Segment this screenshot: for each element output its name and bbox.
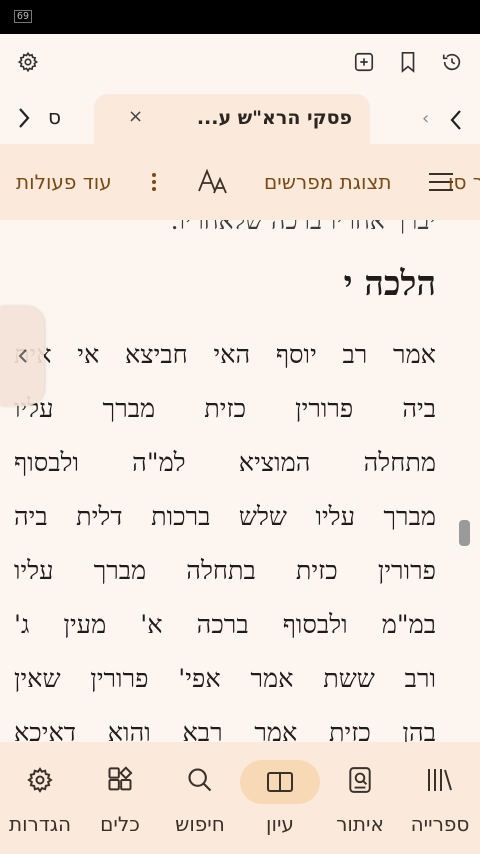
scrollbar-thumb[interactable]: [459, 520, 470, 546]
bookmark-icon[interactable]: [392, 46, 424, 78]
chevron-right-icon[interactable]: [10, 100, 38, 136]
more-actions-label: עוד פעולות: [16, 170, 112, 194]
nav-library[interactable]: ספרייה: [400, 742, 480, 854]
reading-pane: יברך אחריו ברכה שלאחריו. הלכה י אמר רב י…: [0, 220, 480, 742]
nav-search[interactable]: חיפוש: [160, 742, 240, 854]
more-vert-icon: [144, 170, 164, 194]
open-book-icon: [240, 762, 320, 802]
status-bar: 69: [0, 0, 480, 34]
chevron-left-icon[interactable]: [442, 102, 470, 138]
locate-icon: [320, 760, 400, 800]
partial-action-label[interactable]: ר סו: [448, 144, 480, 220]
top-toolbar: [0, 34, 480, 90]
tab-partial-next[interactable]: ס: [48, 90, 61, 144]
text-line: בהן כזית אמר רבא והוא דאיכא: [14, 718, 436, 742]
nav-settings[interactable]: הגדרות: [0, 742, 80, 854]
nav-study[interactable]: עיון: [240, 742, 320, 854]
more-actions-button[interactable]: עוד פעולות: [16, 144, 112, 220]
action-bar: עוד פעולות תצוגת מפרשים ר סו: [0, 144, 480, 221]
nav-label: ספרייה: [410, 812, 470, 836]
text-paragraph: אמר רב יוסף האי חביצא אי אית ביה פרורין …: [14, 328, 436, 742]
section-heading: הלכה י: [343, 264, 436, 304]
text-line: מברך עליו שלש ברכות דלית ביה: [14, 502, 436, 532]
text-line-top: יברך אחריו ברכה שלאחריו.: [170, 220, 436, 235]
tab-active[interactable]: × פסקי הרא"ש ע...: [94, 94, 370, 144]
text-line: ביה פרורין כזית מברך עליו: [14, 394, 436, 424]
font-size-icon[interactable]: [196, 166, 230, 198]
text-line: פרורין כזית בתחלה מברך עליו: [14, 556, 436, 586]
add-tab-icon[interactable]: [348, 46, 380, 78]
side-panel-handle[interactable]: [0, 306, 44, 406]
battery-indicator: 69: [14, 10, 33, 23]
tab-prev-arrow[interactable]: ‹: [422, 104, 429, 134]
text-line: אמר רב יוסף האי חביצא אי אית: [14, 340, 436, 370]
search-icon: [160, 760, 240, 800]
tab-title: פסקי הרא"ש ע...: [196, 107, 352, 129]
nav-locate[interactable]: איתור: [320, 742, 400, 854]
gear-icon[interactable]: [12, 46, 44, 78]
widgets-icon: [80, 760, 160, 800]
text-line: במ"מ ולבסוף ברכה א' מעין ג': [14, 610, 436, 640]
chevron-small-icon: [18, 349, 27, 363]
gear-icon: [0, 760, 80, 800]
nav-tools[interactable]: כלים: [80, 742, 160, 854]
commentators-label: תצוגת מפרשים: [264, 170, 392, 194]
text-line: ורב ששת אמר אפי' פרורין שאין: [14, 664, 436, 694]
commentators-button[interactable]: תצוגת מפרשים: [264, 144, 391, 220]
tab-strip: ‹ × פסקי הרא"ש ע...: [0, 90, 480, 144]
library-icon: [400, 760, 480, 800]
bottom-navigation: הגדרות כלים חיפוש עיון איתור ספרייה: [0, 742, 480, 854]
text-line: מתחלה המוציא למ"ה ולבסוף: [14, 448, 436, 478]
tab-close-button[interactable]: ×: [128, 94, 143, 142]
history-icon[interactable]: [436, 46, 468, 78]
